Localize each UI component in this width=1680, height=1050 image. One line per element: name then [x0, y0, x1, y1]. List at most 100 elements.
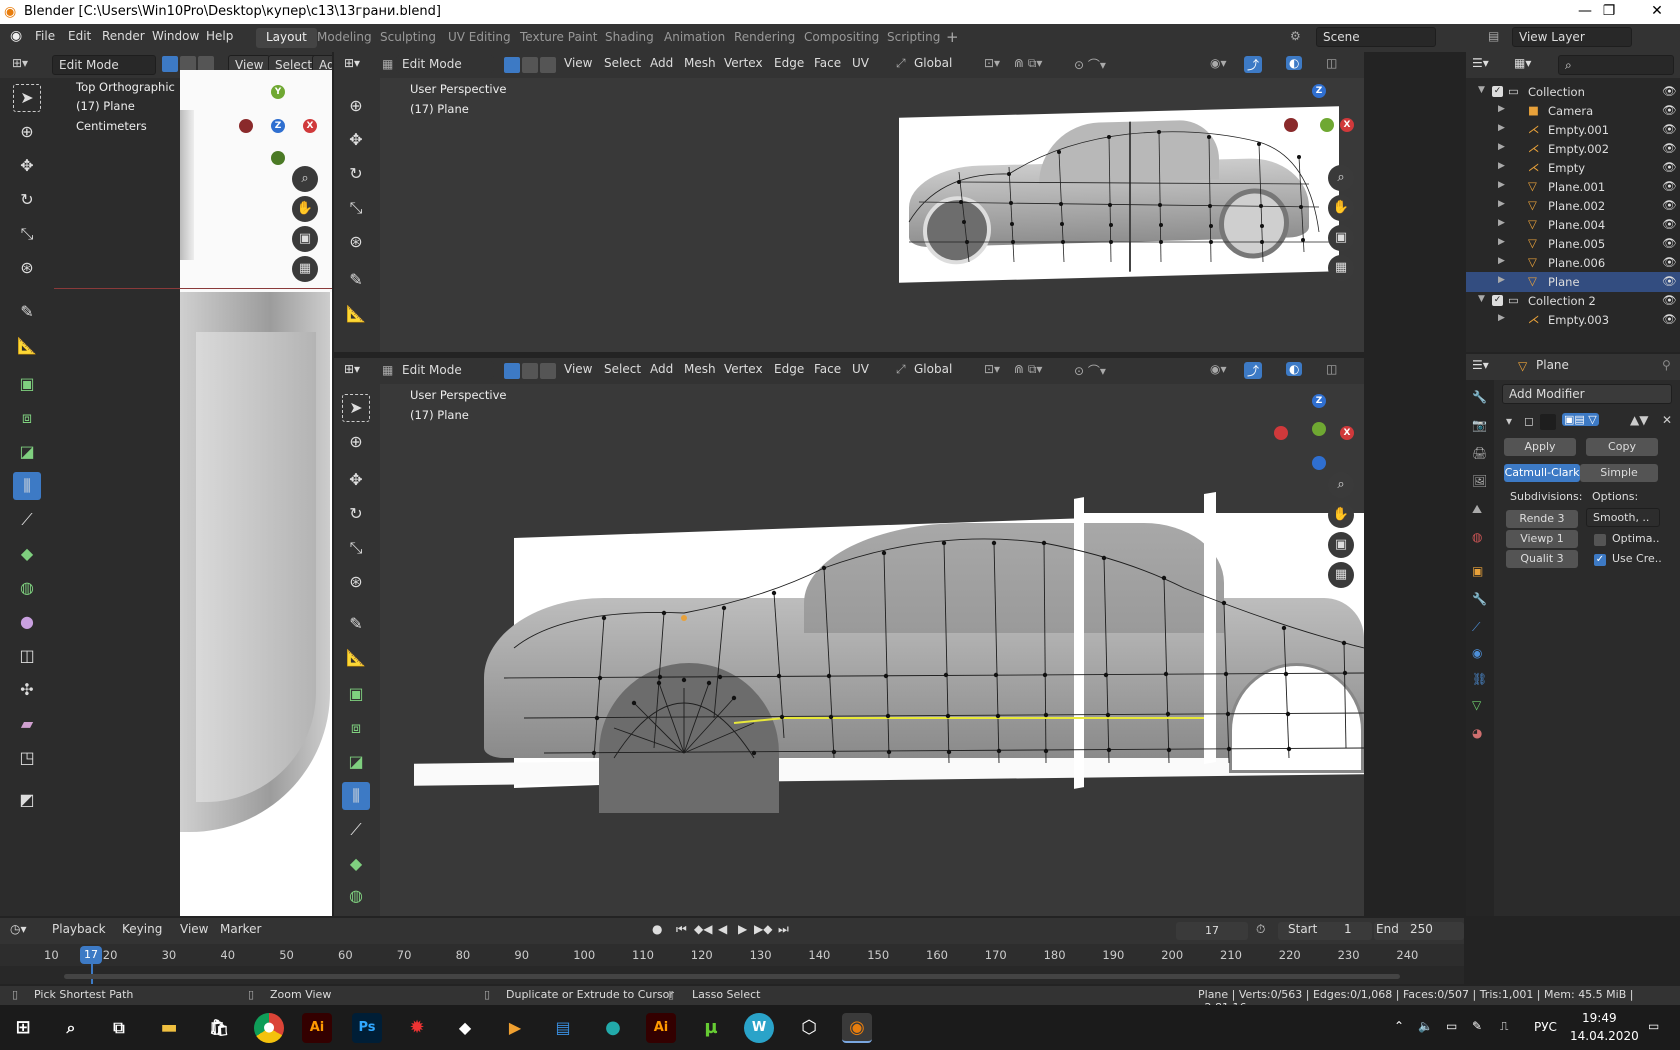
- bottom-bevel-tool-icon[interactable]: ◪: [342, 748, 370, 776]
- editor-type-icon[interactable]: ⊞▾: [12, 56, 28, 70]
- bottom-viewport[interactable]: ⊞▾ ▦ Edit Mode View Select Add Mesh Vert…: [334, 358, 1364, 916]
- top-menu-edge[interactable]: Edge: [774, 56, 804, 70]
- app-ship-icon[interactable]: ◆: [450, 1013, 480, 1043]
- clock-time[interactable]: 19:49: [1582, 1011, 1617, 1025]
- top-mode-select[interactable]: Edit Mode: [396, 55, 494, 73]
- rotate-tool-icon[interactable]: ↻: [13, 186, 41, 214]
- expand-arrow-icon[interactable]: ▶: [1498, 256, 1505, 266]
- expand-arrow-icon[interactable]: ▶: [1498, 161, 1505, 171]
- tab-render-icon[interactable]: 📷: [1472, 418, 1487, 432]
- gizmo-z-axis[interactable]: Z: [271, 119, 285, 133]
- bottom-measure-tool-icon[interactable]: 📐: [342, 644, 370, 672]
- tab-view-layer-icon[interactable]: 🖼: [1472, 474, 1487, 488]
- blender-menu-icon[interactable]: ◉: [10, 28, 22, 44]
- current-frame-field[interactable]: 17: [1176, 922, 1248, 940]
- visibility-eye-icon[interactable]: 👁: [1662, 103, 1677, 117]
- menu-edit[interactable]: Edit: [68, 29, 91, 43]
- modifier-name-field[interactable]: [1540, 414, 1556, 430]
- outliner[interactable]: ☰▾ ▦▾ ⌕ ▼ ✓ ▭ Collection 👁 ▶ ■ Camera 👁 ▶ ⋌ Empty.0…: [1466, 52, 1680, 352]
- playhead-frame[interactable]: 17: [80, 946, 102, 964]
- timeline-scrollbar[interactable]: [64, 974, 1400, 979]
- top-overlay-toggle-icon[interactable]: ◐: [1286, 56, 1303, 70]
- move-tool-icon[interactable]: ✥: [13, 152, 41, 180]
- visibility-eye-icon[interactable]: 👁: [1662, 141, 1677, 155]
- tab-animation[interactable]: Animation: [654, 28, 735, 48]
- transform-tool-icon[interactable]: ⊛: [13, 254, 41, 282]
- viewport-levels-field[interactable]: Viewp 1: [1506, 530, 1578, 548]
- outliner-row[interactable]: ▶ ▽ Plane.006 👁: [1466, 253, 1680, 273]
- tray-battery-icon[interactable]: ▭: [1446, 1019, 1457, 1033]
- illustrator-2-icon[interactable]: Ai: [646, 1013, 676, 1043]
- outliner-search-input[interactable]: ⌕: [1558, 55, 1674, 75]
- outliner-display-mode-icon[interactable]: ▦▾: [1514, 56, 1531, 70]
- apply-button[interactable]: Apply: [1504, 438, 1576, 456]
- pan-view-icon[interactable]: ✋: [292, 196, 318, 222]
- top-vertex-select-icon[interactable]: [504, 57, 520, 73]
- top-proportional-icon[interactable]: ⊙ ⌒▾: [1074, 56, 1106, 73]
- tab-modifiers-icon[interactable]: 🔧: [1472, 592, 1487, 606]
- zoom-view-icon[interactable]: ⌕: [292, 166, 318, 192]
- tab-compositing[interactable]: Compositing: [794, 28, 889, 48]
- expand-arrow-icon[interactable]: ▶: [1498, 218, 1505, 228]
- tray-pen-icon[interactable]: ✎: [1472, 1019, 1482, 1033]
- top-gizmo-z-axis[interactable]: Z: [1312, 84, 1326, 98]
- outliner-row[interactable]: ▶ ▽ Plane.002 👁: [1466, 196, 1680, 216]
- shrink-fatten-tool-icon[interactable]: ✣: [13, 676, 41, 704]
- top-pivot-icon[interactable]: ⊡▾: [984, 56, 1000, 70]
- scale-tool-icon[interactable]: ⤡: [13, 220, 41, 248]
- taskbar-search-icon[interactable]: ⌕: [56, 1013, 86, 1043]
- expand-arrow-icon[interactable]: ▶: [1498, 275, 1505, 285]
- tab-output-icon[interactable]: 🖨: [1472, 446, 1487, 460]
- bottom-extrude-tool-icon[interactable]: ▣: [342, 680, 370, 708]
- bottom-gizmo-neg-z[interactable]: [1312, 456, 1326, 470]
- file-explorer-icon[interactable]: ▬: [154, 1013, 184, 1043]
- top-visibility-icon[interactable]: ◉▾: [1210, 56, 1227, 70]
- mode-select[interactable]: Edit Mode: [52, 55, 156, 75]
- add-modifier-dropdown[interactable]: Add Modifier: [1502, 384, 1672, 404]
- top-face-select-icon[interactable]: [540, 57, 556, 73]
- bottom-rotate-tool-icon[interactable]: ↻: [342, 500, 370, 528]
- outliner-editor-type-icon[interactable]: ☰▾: [1472, 56, 1489, 70]
- vertex-select-icon[interactable]: [162, 56, 178, 72]
- utorrent-icon[interactable]: µ: [696, 1013, 726, 1043]
- bottom-gizmo-x-axis[interactable]: X: [1340, 426, 1354, 440]
- top-menu-add[interactable]: Add: [650, 56, 673, 70]
- outliner-row[interactable]: ▶ ⋌ Empty.002 👁: [1466, 139, 1680, 159]
- bottom-menu-edge[interactable]: Edge: [774, 362, 804, 376]
- bottom-xray-icon[interactable]: ◫: [1326, 362, 1337, 376]
- top-gizmo-x-axis[interactable]: X: [1340, 118, 1354, 132]
- chrome-icon[interactable]: ●: [254, 1013, 284, 1043]
- top-zoom-view-icon[interactable]: ⌕: [1328, 165, 1354, 191]
- bottom-orientation-select[interactable]: Global: [914, 362, 952, 376]
- photoshop-icon[interactable]: Ps: [352, 1013, 382, 1043]
- play-icon[interactable]: ▶: [738, 922, 747, 936]
- bottom-ortho-toggle-icon[interactable]: ▦: [1328, 562, 1354, 588]
- tab-data-icon[interactable]: ▽: [1472, 698, 1481, 712]
- top-transform-tool-icon[interactable]: ⊛: [342, 228, 370, 256]
- tab-material-icon[interactable]: ◕: [1472, 726, 1482, 740]
- bottom-gizmo-y-axis[interactable]: [1312, 422, 1326, 436]
- copy-button[interactable]: Copy: [1586, 438, 1658, 456]
- bottom-spin-tool-icon[interactable]: ◍: [342, 882, 370, 910]
- expand-arrow-icon[interactable]: ▼: [1478, 85, 1485, 95]
- gizmo-neg-y[interactable]: [271, 151, 285, 165]
- cursor-tool-icon[interactable]: ⊕: [13, 118, 41, 146]
- store-icon[interactable]: 🛍: [204, 1013, 234, 1043]
- expand-arrow-icon[interactable]: ▶: [1498, 142, 1505, 152]
- notifications-icon[interactable]: ▭: [1648, 1019, 1659, 1033]
- poly-build-tool-icon[interactable]: ◆: [13, 540, 41, 568]
- bottom-menu-select[interactable]: Select: [604, 362, 641, 376]
- visibility-eye-icon[interactable]: 👁: [1662, 198, 1677, 212]
- bottom-poly-build-tool-icon[interactable]: ◆: [342, 850, 370, 878]
- bottom-cursor-tool-icon[interactable]: ⊕: [342, 428, 370, 456]
- bottom-vertex-select-icon[interactable]: [504, 363, 520, 379]
- app-unity-icon[interactable]: ⬡: [794, 1013, 824, 1043]
- jump-start-icon[interactable]: ⏮: [676, 922, 687, 937]
- scene-field[interactable]: Scene: [1316, 27, 1436, 47]
- timeline-ruler[interactable]: 10 20 30 40 50 60 70 80 90 100 110 120 130 140 150 160 1…: [0, 944, 1464, 966]
- visibility-eye-icon[interactable]: 👁: [1662, 312, 1677, 326]
- properties-editor[interactable]: ☰▾ ▽ Plane ⚲ 🔧 📷 🖨 🖼 ⛰ ◍ ▣ 🔧 ⟋ ◉ ⛓ ▽ ◕ A…: [1466, 354, 1680, 916]
- properties-editor-type-icon[interactable]: ☰▾: [1472, 358, 1489, 372]
- bottom-menu-uv[interactable]: UV: [852, 362, 869, 376]
- bottom-mode-select[interactable]: Edit Mode: [396, 361, 494, 379]
